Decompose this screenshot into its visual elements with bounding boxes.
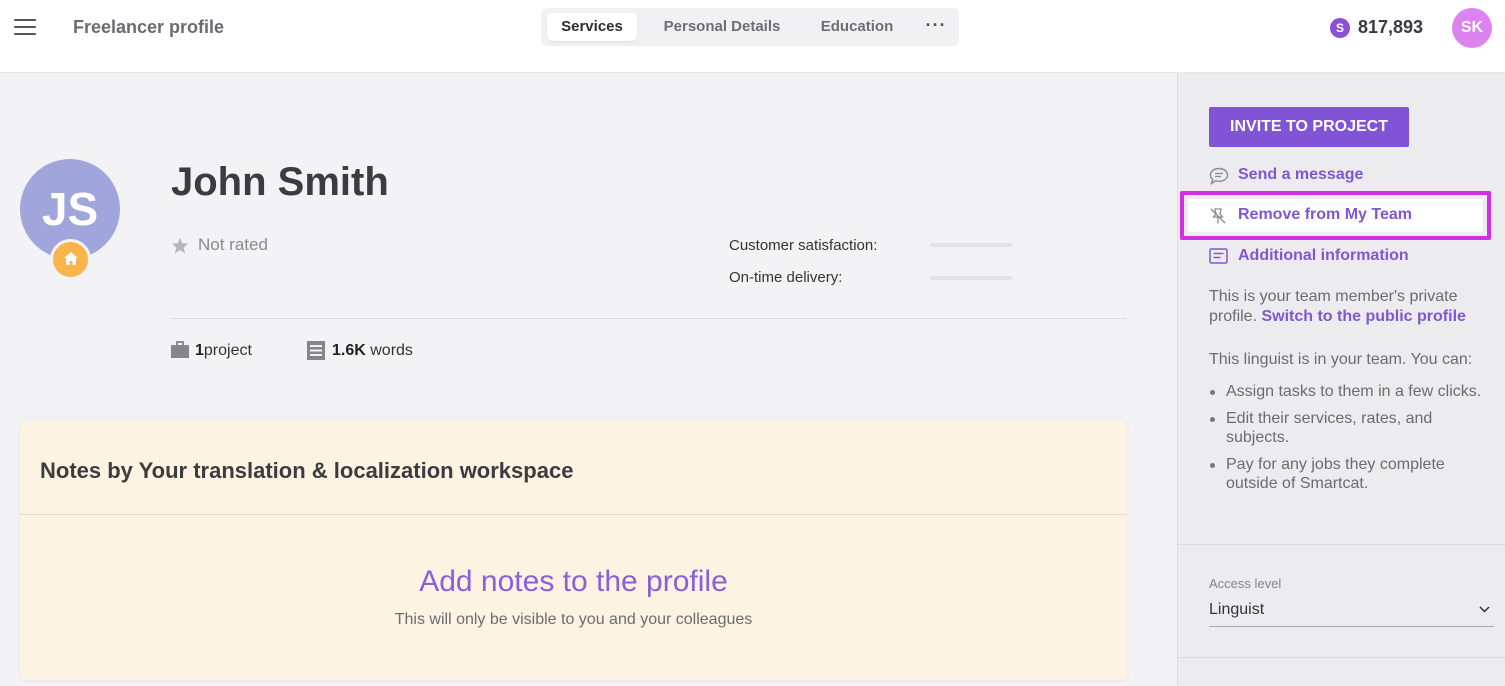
rating-text: Not rated xyxy=(198,235,268,254)
profile-divider xyxy=(171,318,1127,319)
menu-icon[interactable] xyxy=(14,19,36,37)
list-item: Edit their services, rates, and subjects… xyxy=(1209,409,1499,447)
projects-label: project xyxy=(203,342,252,359)
top-header: Freelancer profile Services Personal Det… xyxy=(0,0,1505,73)
sidebar-divider xyxy=(1178,657,1505,658)
access-level-select[interactable]: Linguist xyxy=(1209,599,1494,627)
words-label: words xyxy=(365,342,413,359)
on-time-delivery-label: On-time delivery: xyxy=(729,269,843,286)
profile-name: John Smith xyxy=(171,160,389,204)
customer-satisfaction-bar xyxy=(930,243,1012,247)
notes-divider xyxy=(20,514,1127,515)
tab-education[interactable]: Education xyxy=(809,13,905,41)
briefcase-icon xyxy=(171,341,189,358)
invite-to-project-button[interactable]: INVITE TO PROJECT xyxy=(1209,107,1409,147)
list-item: Pay for any jobs they complete outside o… xyxy=(1209,455,1499,493)
send-message-label: Send a message xyxy=(1238,166,1364,183)
document-icon xyxy=(307,341,325,360)
right-sidebar: INVITE TO PROJECT Send a message Remove … xyxy=(1177,73,1505,686)
access-level-label: Access level xyxy=(1209,576,1282,591)
unpin-icon xyxy=(1210,208,1226,224)
sidebar-divider xyxy=(1178,544,1505,545)
home-icon xyxy=(50,239,91,280)
team-intro-text: This linguist is in your team. You can: xyxy=(1209,351,1473,368)
on-time-delivery-bar xyxy=(930,276,1012,280)
add-notes-link[interactable]: Add notes to the profile xyxy=(20,565,1127,599)
team-capabilities-list: Assign tasks to them in a few clicks. Ed… xyxy=(1209,382,1499,501)
tab-services[interactable]: Services xyxy=(547,13,637,41)
star-icon xyxy=(171,237,189,254)
notes-title: Notes by Your translation & localization… xyxy=(40,458,574,483)
switch-public-profile-link[interactable]: Switch to the public profile xyxy=(1261,308,1465,325)
customer-satisfaction-label: Customer satisfaction: xyxy=(729,237,878,254)
list-item: Assign tasks to them in a few clicks. xyxy=(1209,382,1499,401)
words-count: 1.6K xyxy=(332,342,366,359)
info-list-icon xyxy=(1209,248,1228,264)
profile-tabs: Services Personal Details Education ··· xyxy=(541,8,959,46)
coin-icon: S xyxy=(1330,18,1350,38)
notes-panel: Notes by Your translation & localization… xyxy=(20,421,1127,680)
user-avatar[interactable]: SK xyxy=(1452,8,1492,48)
private-profile-note: This is your team member's private profi… xyxy=(1209,287,1494,327)
access-level-value: Linguist xyxy=(1209,601,1265,618)
page-title: Freelancer profile xyxy=(73,17,225,37)
additional-information-label: Additional information xyxy=(1238,247,1409,264)
chevron-down-icon xyxy=(1479,606,1490,613)
remove-from-team-label: Remove from My Team xyxy=(1238,206,1412,223)
notes-hint: This will only be visible to you and you… xyxy=(394,611,753,628)
chat-bubble-icon xyxy=(1209,167,1229,185)
tab-personal-details[interactable]: Personal Details xyxy=(653,13,791,41)
projects-count: 1 xyxy=(195,342,204,359)
balance-value: 817,893 xyxy=(1358,17,1424,37)
more-tabs-button[interactable]: ··· xyxy=(919,13,953,41)
